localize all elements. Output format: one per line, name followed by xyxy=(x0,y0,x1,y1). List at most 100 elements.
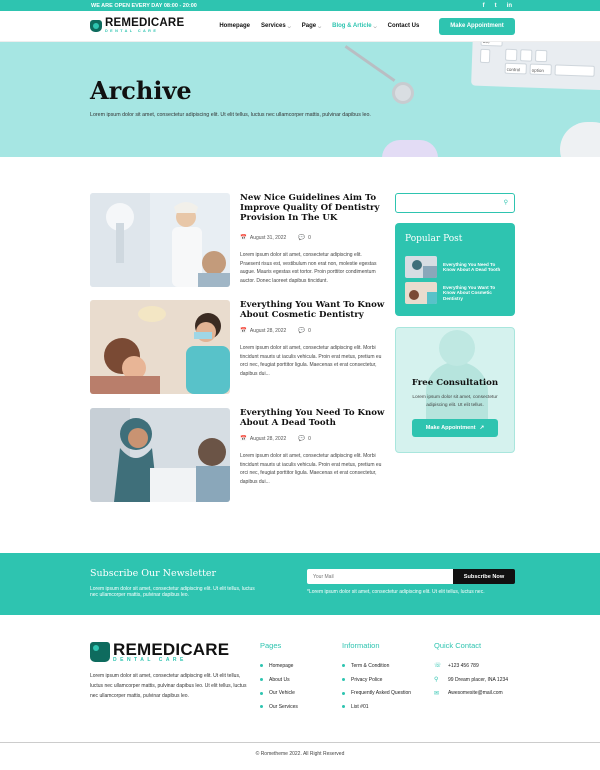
contact-address[interactable]: ⚲ 99 Dream placer, INA 1234 xyxy=(434,673,508,687)
nav-page[interactable]: Page ⌵ xyxy=(302,23,321,29)
email-field[interactable]: Your Mail xyxy=(307,569,454,584)
mail-icon: ✉ xyxy=(434,690,440,697)
popular-post-item[interactable]: Everything You Want To Know About Cosmet… xyxy=(405,282,505,304)
key-label: use xyxy=(483,42,490,44)
comment-icon: 💬 xyxy=(298,235,306,241)
post-meta: 📅 August 31, 2022 💬 0 xyxy=(240,235,311,241)
newsletter-note: *Lorem ipsum dolor sit amet, consectetur… xyxy=(307,589,485,595)
brand-tagline: DENTAL CARE xyxy=(105,28,159,33)
popular-post-title: Popular Post xyxy=(405,234,463,244)
nav-homepage[interactable]: Homepage xyxy=(219,23,250,29)
footer-link[interactable]: Term & Condition xyxy=(342,659,411,673)
subscribe-button[interactable]: Subscribe Now xyxy=(453,569,515,584)
mouse-image xyxy=(560,122,600,157)
popular-post-item[interactable]: Everything You Need To Know About A Dead… xyxy=(405,256,505,278)
footer-link[interactable]: About Us xyxy=(260,673,298,687)
consultation-widget: Free Consultation Lorem ipsum dolor sit … xyxy=(395,327,515,453)
comment-icon: 💬 xyxy=(298,328,306,334)
dead-tooth-image xyxy=(90,408,230,502)
linkedin-icon[interactable]: in xyxy=(507,3,512,9)
footer-pages: Pages Homepage About Us Our Vehicle Our … xyxy=(260,641,298,714)
nav-blog[interactable]: Blog & Article ⌵ xyxy=(332,23,377,29)
copyright: © Rometheme 2022. All Right Reserved xyxy=(255,751,345,757)
footer: REMEDICARE DENTAL CARE Lorem ipsum dolor… xyxy=(0,615,600,743)
tooth-image xyxy=(382,140,438,157)
comment-count: 0 xyxy=(308,328,311,334)
bullet-icon xyxy=(342,678,345,682)
keyboard-image: use control option xyxy=(471,42,600,91)
consultation-title: Free Consultation xyxy=(411,378,499,388)
newsletter-section: Subscribe Our Newsletter Lorem ipsum dol… xyxy=(0,553,600,615)
dental-tool-image xyxy=(344,45,396,82)
opening-hours: WE ARE OPEN EVERY DAY 08:00 - 20:00 xyxy=(91,2,197,9)
make-appointment-button[interactable]: Make Appointment xyxy=(439,17,515,35)
bullet-icon xyxy=(260,705,263,709)
external-link-icon: ↗ xyxy=(479,425,485,431)
post-thumbnail[interactable] xyxy=(90,300,230,394)
footer-contact-title: Quick Contact xyxy=(434,641,482,650)
popular-post-thumbnail xyxy=(405,256,437,278)
consultation-appointment-button[interactable]: Make Appointment ↗ xyxy=(412,419,498,437)
footer-link[interactable]: Our Services xyxy=(260,700,298,714)
bullet-icon xyxy=(342,664,345,668)
tooth-logo-icon xyxy=(90,19,102,32)
doctor-portrait xyxy=(439,330,475,366)
calendar-icon: 📅 xyxy=(240,235,247,241)
post-title[interactable]: Everything You Need To Know About A Dead… xyxy=(240,408,385,428)
search-input[interactable]: ⚲ xyxy=(395,193,515,213)
nav-services[interactable]: Services ⌵ xyxy=(261,23,291,29)
top-bar: WE ARE OPEN EVERY DAY 08:00 - 20:00 f t … xyxy=(0,0,600,11)
contact-phone[interactable]: ☏ +123 456 789 xyxy=(434,659,508,673)
dentist-image xyxy=(90,193,230,287)
phone-icon: ☏ xyxy=(434,663,442,670)
page-title: Archive xyxy=(90,76,192,105)
footer-pages-title: Pages xyxy=(260,641,282,650)
twitter-icon[interactable]: t xyxy=(495,3,497,9)
calendar-icon: 📅 xyxy=(240,328,247,334)
footer-link[interactable]: Homepage xyxy=(260,659,298,673)
popular-posts-widget: Popular Post Everything You Need To Know… xyxy=(395,223,515,316)
footer-logo[interactable]: REMEDICARE DENTAL CARE xyxy=(90,641,229,663)
brand-name: REMEDICARE xyxy=(113,640,230,659)
post-thumbnail[interactable] xyxy=(90,408,230,502)
newsletter-text: Lorem ipsum dolor sit amet, consectetur … xyxy=(90,586,255,598)
dental-mirror-image xyxy=(392,82,414,104)
bullet-icon xyxy=(342,691,345,695)
contact-email[interactable]: ✉ Awesomesite@mail.com xyxy=(434,686,508,700)
key-label: control xyxy=(506,66,521,73)
footer-link[interactable]: Frequently Asked Question xyxy=(342,686,411,700)
footer-link[interactable]: Privacy Police xyxy=(342,673,411,687)
footer-info-title: Information xyxy=(342,641,380,650)
post-title[interactable]: New Nice Guidelines Aim To Improve Quali… xyxy=(240,193,385,223)
post-thumbnail[interactable] xyxy=(90,193,230,287)
comment-icon: 💬 xyxy=(298,436,306,442)
facebook-icon[interactable]: f xyxy=(483,3,485,9)
main-nav: REMEDICARE DENTAL CARE Homepage Services… xyxy=(0,11,600,42)
bullet-icon xyxy=(260,691,263,695)
post-title[interactable]: Everything You Want To Know About Cosmet… xyxy=(240,300,385,320)
hero-banner: use control option Archive Lorem ipsum d… xyxy=(0,42,600,157)
footer-information: Information Term & Condition Privacy Pol… xyxy=(342,641,411,714)
popular-post-link[interactable]: Everything You Want To Know About Cosmet… xyxy=(443,285,505,301)
brand-tagline: DENTAL CARE xyxy=(113,657,187,663)
footer-description: Lorem ipsum dolor sit amet, consectetur … xyxy=(90,673,247,699)
popular-post-thumbnail xyxy=(405,282,437,304)
nav-contact[interactable]: Contact Us xyxy=(388,23,420,29)
chevron-down-icon: ⌵ xyxy=(373,23,377,29)
post-excerpt: Lorem ipsum dolor sit amet, consectetur … xyxy=(240,345,382,377)
chevron-down-icon: ⌵ xyxy=(318,23,322,29)
bullet-icon xyxy=(342,705,345,709)
footer-link[interactable]: Our Vehicle xyxy=(260,686,298,700)
key-label: option xyxy=(531,67,545,74)
footer-link[interactable]: List #01 xyxy=(342,700,411,714)
post-date: August 28, 2022 xyxy=(249,436,287,442)
calendar-icon: 📅 xyxy=(240,436,247,442)
search-icon[interactable]: ⚲ xyxy=(504,199,508,206)
hero-description: Lorem ipsum dolor sit amet, consectetur … xyxy=(90,112,371,118)
comment-count: 0 xyxy=(308,436,311,442)
logo[interactable]: REMEDICARE DENTAL CARE xyxy=(90,18,184,33)
popular-post-link[interactable]: Everything You Need To Know About A Dead… xyxy=(443,262,505,272)
footer-quick-contact: Quick Contact ☏ +123 456 789 ⚲ 99 Dream pl… xyxy=(434,641,508,700)
nav-menu: Homepage Services ⌵ Page ⌵ Blog & Article ⌵… xyxy=(219,23,439,29)
main-content: New Nice Guidelines Aim To Improve Quali… xyxy=(0,157,600,553)
